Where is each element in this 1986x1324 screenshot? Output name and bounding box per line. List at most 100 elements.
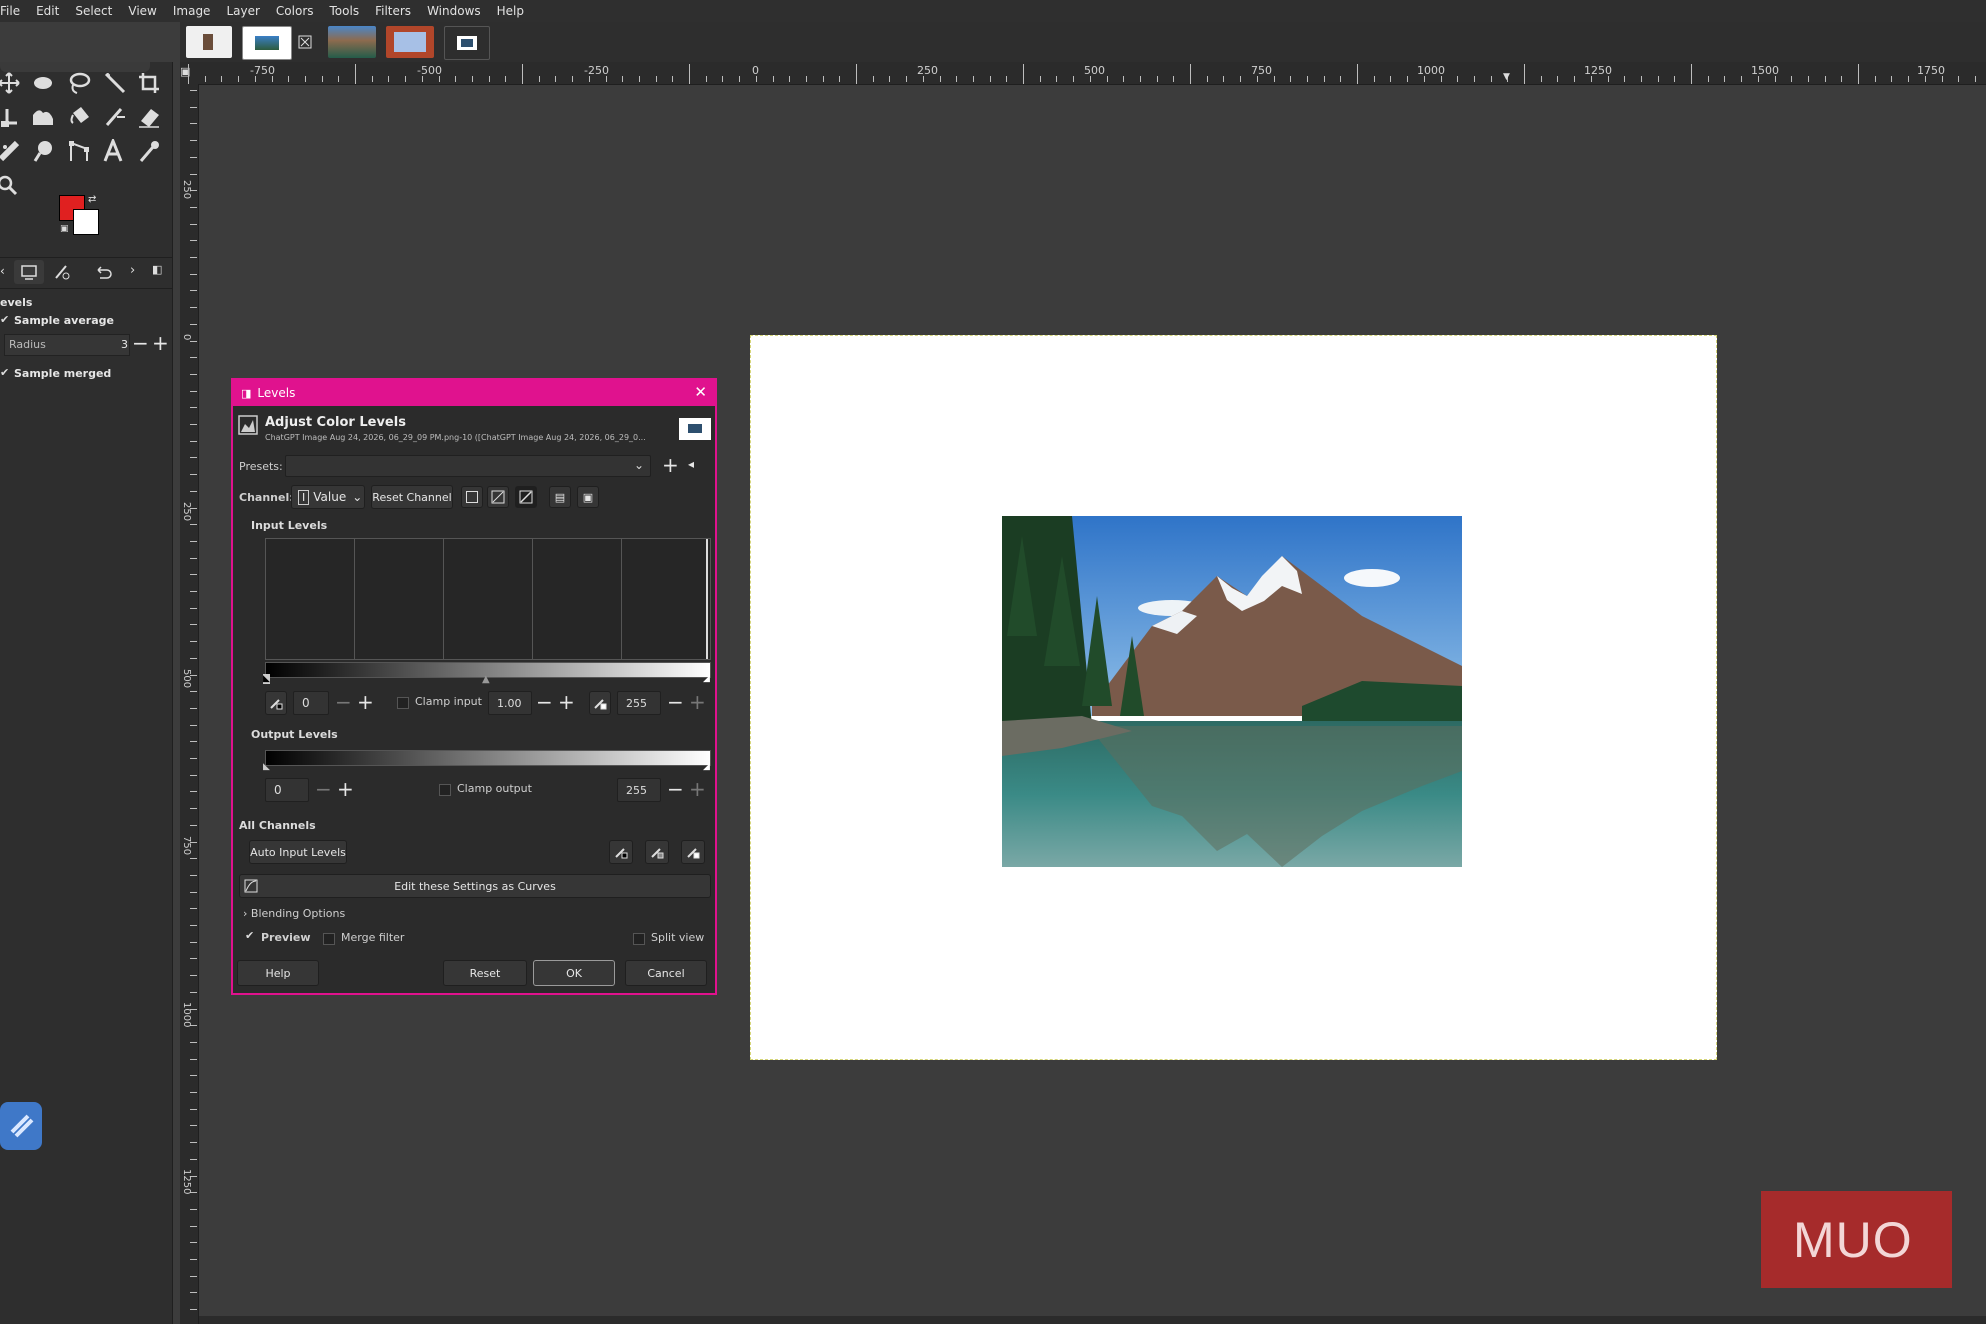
cancel-button[interactable]: Cancel — [625, 960, 707, 986]
menu-select[interactable]: Select — [67, 0, 120, 22]
auto-input-levels-button[interactable]: Auto Input Levels — [249, 840, 347, 864]
tab-tool-options[interactable] — [14, 260, 44, 284]
add-preset-icon[interactable]: + — [662, 455, 679, 475]
input-low-field[interactable]: 0 — [293, 691, 329, 715]
output-high-field[interactable]: 255 — [617, 778, 661, 802]
ellipse-select-tool[interactable] — [30, 70, 56, 96]
presets-dropdown[interactable]: ⌄ — [285, 455, 651, 477]
close-icon[interactable]: ✕ — [694, 383, 707, 401]
menu-windows[interactable]: Windows — [419, 0, 489, 22]
tab-device-status[interactable] — [52, 262, 74, 286]
split-view-checkbox[interactable] — [633, 933, 645, 945]
menu-filters[interactable]: Filters — [367, 0, 419, 22]
input-high-increase-icon[interactable]: + — [689, 692, 706, 712]
sample-average-check-icon[interactable]: ✔ — [0, 313, 9, 326]
gamma-field[interactable]: 1.00 — [488, 691, 532, 715]
menu-image[interactable]: Image — [165, 0, 219, 22]
menu-colors[interactable]: Colors — [268, 0, 322, 22]
crop-tool[interactable] — [136, 70, 162, 96]
radius-decrease-icon[interactable]: − — [132, 333, 149, 353]
clamp-input-checkbox[interactable] — [397, 697, 409, 709]
gamma-increase-icon[interactable]: + — [558, 692, 575, 712]
menu-help[interactable]: Help — [489, 0, 532, 22]
linear-scale-button[interactable] — [515, 486, 537, 508]
menu-tools[interactable]: Tools — [322, 0, 368, 22]
chevron-right-icon[interactable]: › — [130, 263, 135, 278]
histogram-graph[interactable] — [265, 538, 711, 660]
smudge-tool[interactable] — [30, 138, 56, 164]
preview-check-icon[interactable]: ✔ — [245, 929, 254, 942]
radius-increase-icon[interactable]: + — [152, 333, 169, 353]
black-point-handle[interactable]: ◣ — [263, 674, 270, 684]
close-tab-button[interactable] — [294, 26, 316, 58]
clamp-output-checkbox[interactable] — [439, 784, 451, 796]
menu-edit[interactable]: Edit — [28, 0, 67, 22]
input-high-decrease-icon[interactable]: − — [667, 692, 684, 712]
menu-file[interactable]: File — [0, 0, 28, 22]
warp-tool[interactable] — [30, 104, 56, 130]
paths-tool[interactable] — [66, 138, 92, 164]
sample-merged-check-icon[interactable]: ✔ — [0, 366, 9, 379]
horizontal-scrollbar[interactable] — [199, 1316, 1986, 1324]
pick-gray-all-button[interactable] — [645, 840, 669, 864]
default-colors-icon[interactable]: ▣ — [60, 224, 69, 234]
image-tab-2[interactable] — [242, 26, 292, 60]
pick-white-all-button[interactable] — [681, 840, 705, 864]
radius-value[interactable]: 3 — [121, 338, 128, 351]
output-white-handle[interactable]: ◢ — [703, 762, 710, 772]
output-low-field[interactable]: 0 — [265, 778, 309, 802]
zoom-tool[interactable] — [0, 172, 20, 198]
ok-button[interactable]: OK — [533, 960, 615, 986]
heal-tool[interactable] — [0, 138, 22, 164]
paintbrush-tool[interactable] — [102, 104, 128, 130]
input-low-decrease-icon[interactable]: − — [335, 692, 352, 712]
image-tab-1[interactable] — [186, 26, 232, 58]
output-black-handle[interactable]: ◣ — [263, 762, 270, 772]
horizontal-ruler[interactable]: ▣ -750 -500 -250 0 250 500 750 1000 1250… — [180, 62, 1986, 85]
dialog-titlebar[interactable]: ◨ Levels ✕ — [233, 380, 715, 406]
color-picker-tool[interactable] — [136, 138, 162, 164]
linear-histogram-button[interactable] — [461, 486, 483, 508]
move-tool[interactable] — [0, 70, 22, 96]
log-histogram-button[interactable] — [487, 486, 509, 508]
input-low-increase-icon[interactable]: + — [357, 692, 374, 712]
image-tab-5[interactable] — [444, 26, 490, 60]
chevron-left-icon[interactable]: ‹ — [0, 264, 5, 278]
histogram-view-alt-button[interactable]: ▣ — [577, 486, 599, 508]
channel-dropdown[interactable]: I Value ⌄ — [291, 485, 365, 509]
pick-white-point-button[interactable] — [589, 691, 611, 715]
vertical-ruler[interactable]: 250 0 250 500 750 1000 1250 — [180, 84, 199, 1324]
output-high-increase-icon[interactable]: + — [689, 779, 706, 799]
swap-colors-icon[interactable]: ⇄ — [88, 194, 96, 205]
blending-options-expander[interactable]: › Blending Options — [243, 907, 345, 920]
eraser-tool[interactable] — [136, 104, 162, 130]
bucket-fill-tool[interactable] — [66, 104, 92, 130]
fuzzy-select-tool[interactable] — [102, 70, 128, 96]
image-tab-3[interactable] — [328, 26, 376, 58]
reset-channel-button[interactable]: Reset Channel — [371, 485, 453, 509]
background-color-swatch[interactable] — [73, 209, 99, 235]
pick-black-all-button[interactable] — [609, 840, 633, 864]
input-high-field[interactable]: 255 — [617, 691, 661, 715]
gamma-decrease-icon[interactable]: − — [536, 692, 553, 712]
white-point-handle[interactable]: ◢ — [703, 674, 710, 684]
menu-layer[interactable]: Layer — [218, 0, 267, 22]
output-low-decrease-icon[interactable]: − — [315, 779, 332, 799]
reset-button[interactable]: Reset — [443, 960, 527, 986]
radius-spin-field[interactable]: Radius 3 — [4, 334, 130, 356]
lasso-tool[interactable] — [66, 70, 92, 96]
menu-view[interactable]: View — [120, 0, 164, 22]
text-tool[interactable] — [100, 138, 126, 164]
help-button[interactable]: Help — [237, 960, 319, 986]
gamma-handle[interactable]: ▲ — [482, 674, 490, 685]
floating-app-launcher[interactable] — [0, 1102, 42, 1150]
edit-as-curves-button[interactable]: Edit these Settings as Curves — [239, 874, 711, 898]
transform-tool[interactable] — [0, 104, 22, 130]
merge-filter-checkbox[interactable] — [323, 933, 335, 945]
histogram-view-button[interactable]: ▤ — [549, 486, 571, 508]
image-tab-4[interactable] — [386, 26, 434, 58]
output-high-decrease-icon[interactable]: − — [667, 779, 684, 799]
panel-menu-icon[interactable]: ◧ — [152, 263, 162, 276]
tab-undo-history[interactable] — [92, 262, 114, 286]
pick-black-point-button[interactable] — [265, 691, 287, 715]
